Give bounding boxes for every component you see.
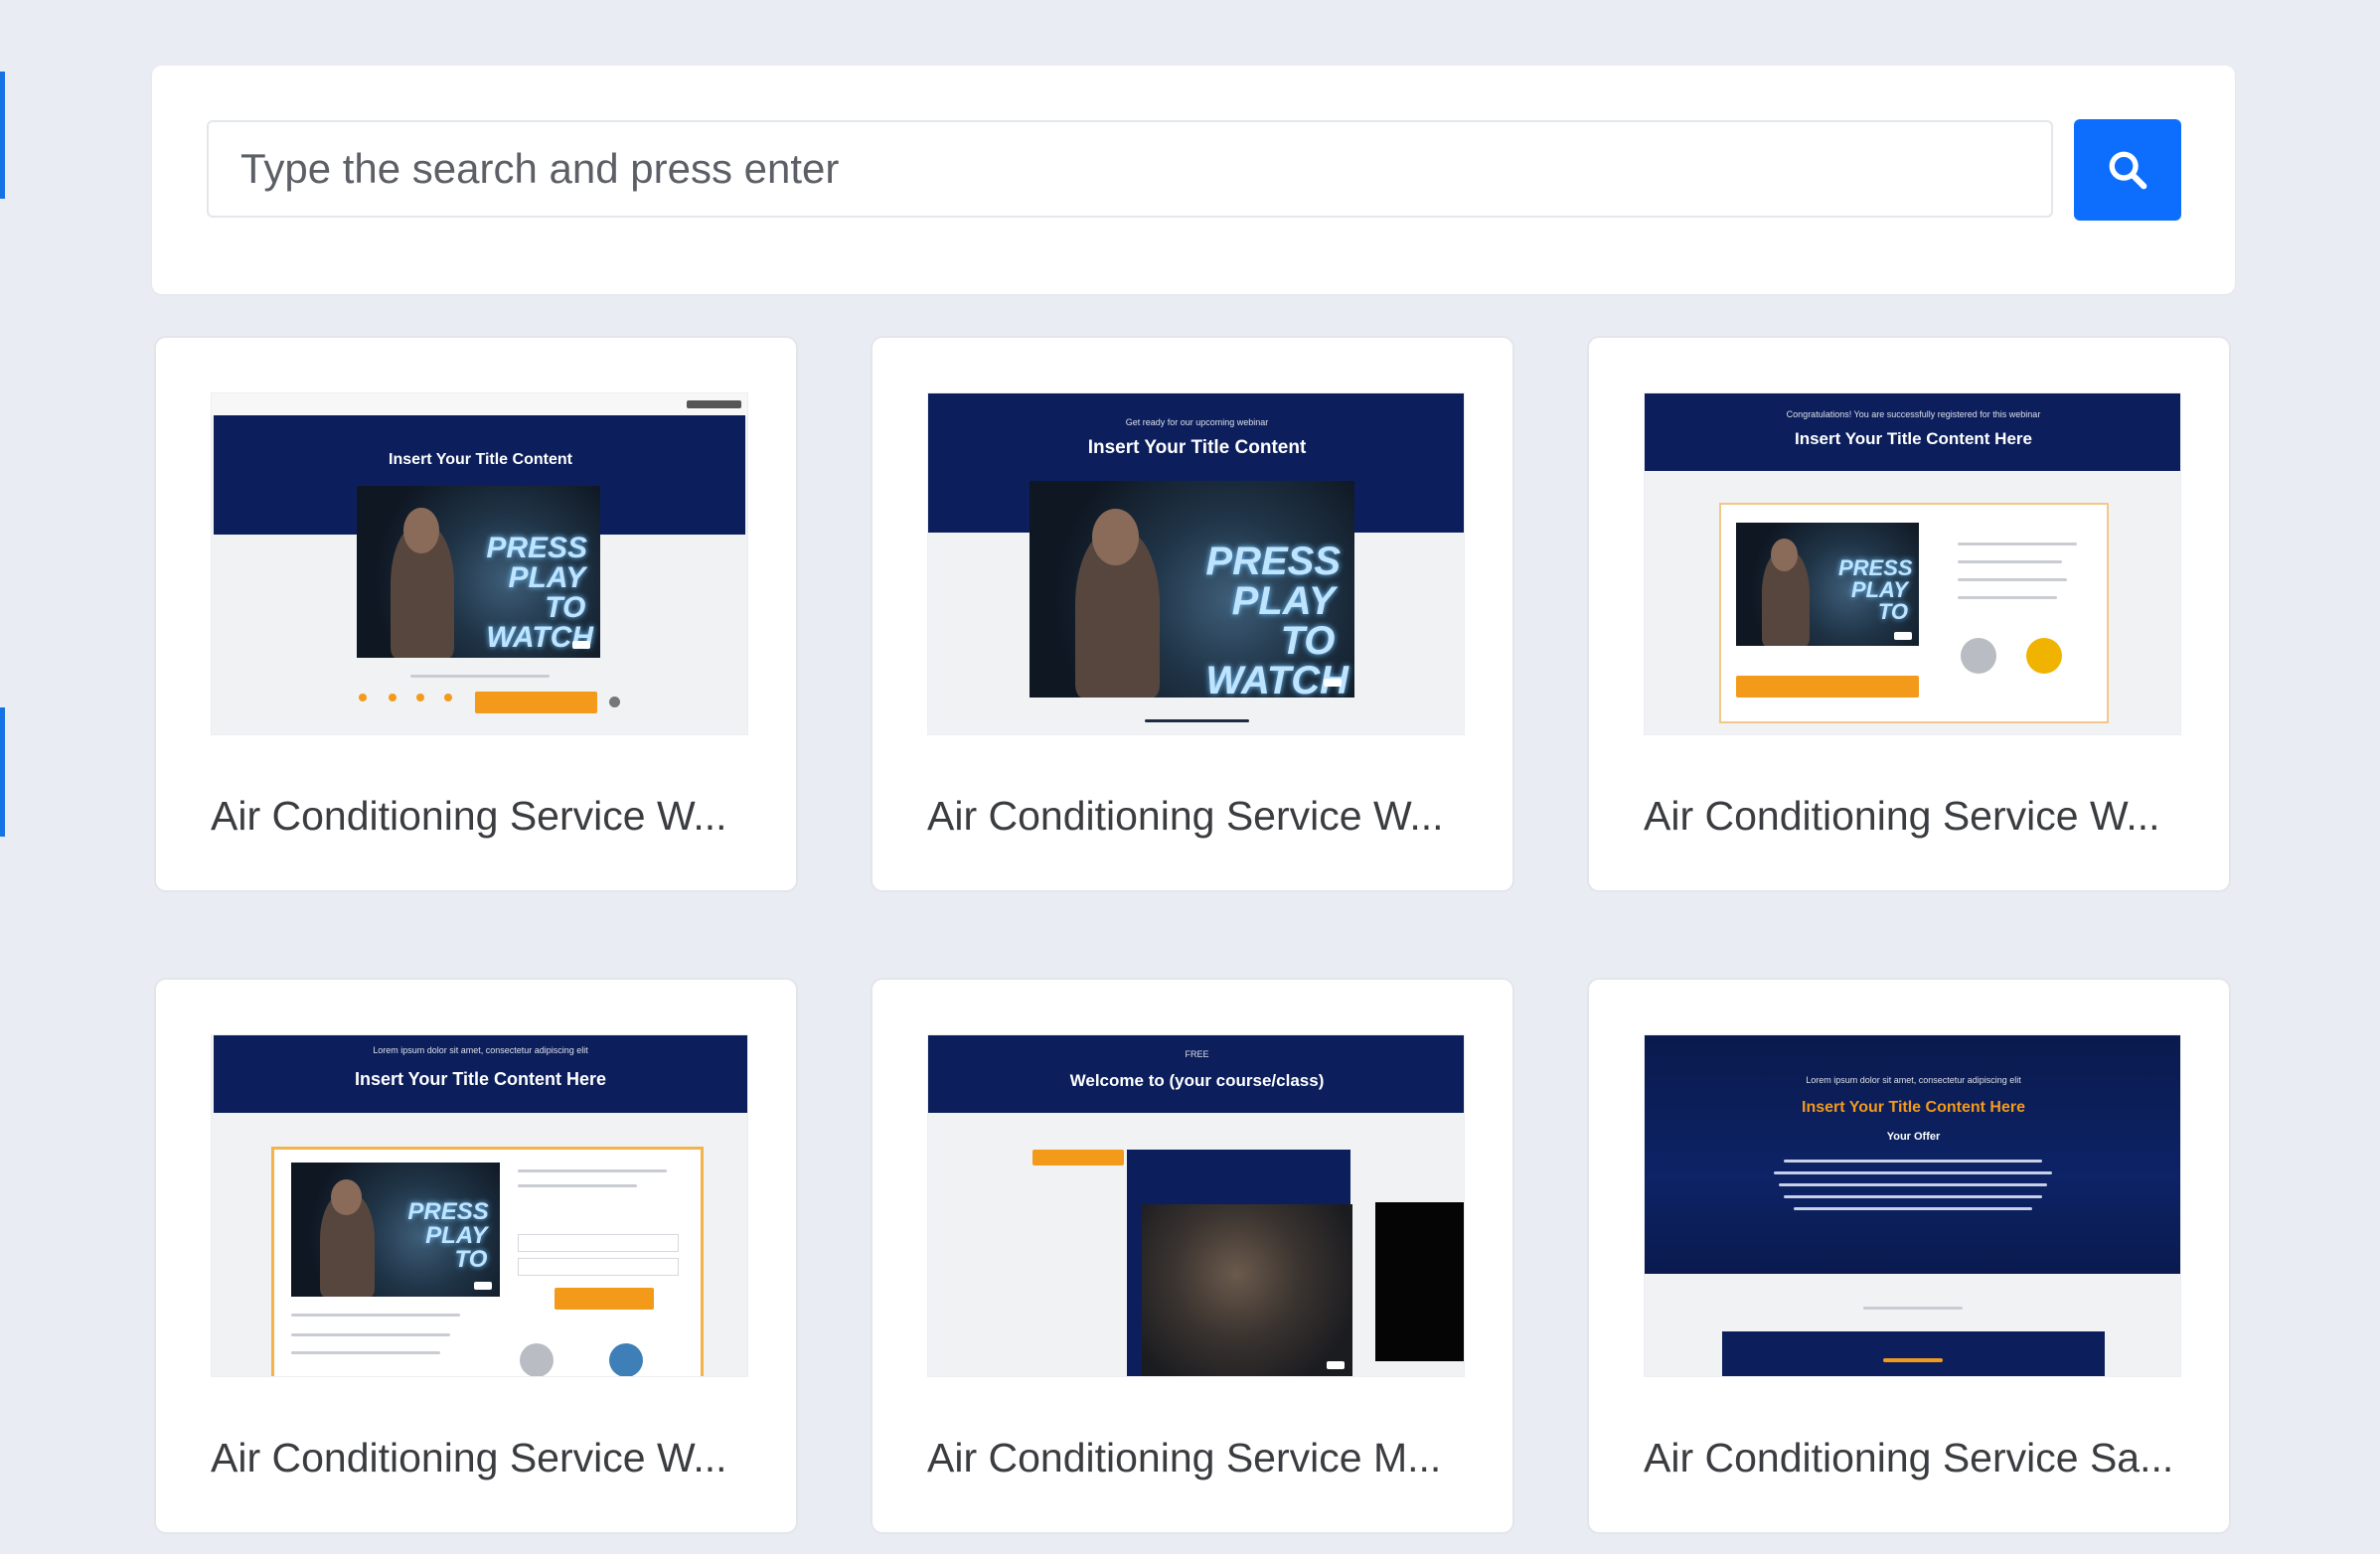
search-panel (152, 66, 2235, 294)
template-title: Air Conditioning Service Sa... (1644, 1435, 2174, 1480)
thumbnail-headline: Insert Your Title Content Here (1802, 1099, 2025, 1116)
template-title: Air Conditioning Service W... (211, 793, 727, 839)
template-thumbnail: Get ready for our upcoming webinar Inser… (927, 392, 1465, 735)
thumbnail-headline: Insert Your Title Content (389, 451, 572, 468)
thumbnail-video: PRESS PLAY TO (291, 1163, 500, 1297)
template-thumbnail: Lorem ipsum dolor sit amet, consectetur … (211, 1034, 748, 1377)
template-card[interactable]: Insert Your Title Content PRESS PLAY TO … (154, 336, 798, 892)
template-card[interactable]: FREE Welcome to (your course/class) Air … (871, 978, 1514, 1534)
template-title: Air Conditioning Service M... (927, 1435, 1442, 1480)
thumbnail-subheadline: Your Offer (1886, 1131, 1941, 1143)
thumbnail-headline: Insert Your Title Content Here (1795, 429, 2032, 448)
template-card[interactable]: Congratulations! You are successfully re… (1587, 336, 2231, 892)
search-button[interactable] (2074, 119, 2181, 221)
template-thumbnail: Congratulations! You are successfully re… (1644, 392, 2181, 735)
search-input[interactable] (207, 120, 2053, 218)
template-card[interactable]: Lorem ipsum dolor sit amet, consectetur … (1587, 978, 2231, 1534)
thumbnail-headline: Welcome to (your course/class) (1069, 1071, 1325, 1090)
thumbnail-headline: Insert Your Title Content Here (354, 1069, 607, 1089)
thumbnail-video: PRESS PLAY TO WATCH (357, 486, 600, 658)
template-thumbnail: Lorem ipsum dolor sit amet, consectetur … (1644, 1034, 2181, 1377)
thumbnail-headline: Insert Your Title Content (1087, 437, 1307, 458)
thumbnail-video: PRESS PLAY TO WATCH (1030, 481, 1354, 698)
template-thumbnail: Insert Your Title Content PRESS PLAY TO … (211, 392, 748, 735)
sidebar-edge-marker (0, 72, 5, 199)
template-thumbnail: FREE Welcome to (your course/class) (927, 1034, 1465, 1377)
template-title: Air Conditioning Service W... (211, 1435, 727, 1480)
template-card[interactable]: Lorem ipsum dolor sit amet, consectetur … (154, 978, 798, 1534)
template-title: Air Conditioning Service W... (1644, 793, 2160, 839)
thumbnail-video (1142, 1204, 1352, 1376)
template-card[interactable]: Get ready for our upcoming webinar Inser… (871, 336, 1514, 892)
template-title: Air Conditioning Service W... (927, 793, 1444, 839)
sidebar-edge-marker (0, 707, 5, 837)
thumbnail-video: PRESS PLAY TO (1736, 523, 1919, 646)
search-icon (2105, 147, 2150, 193)
